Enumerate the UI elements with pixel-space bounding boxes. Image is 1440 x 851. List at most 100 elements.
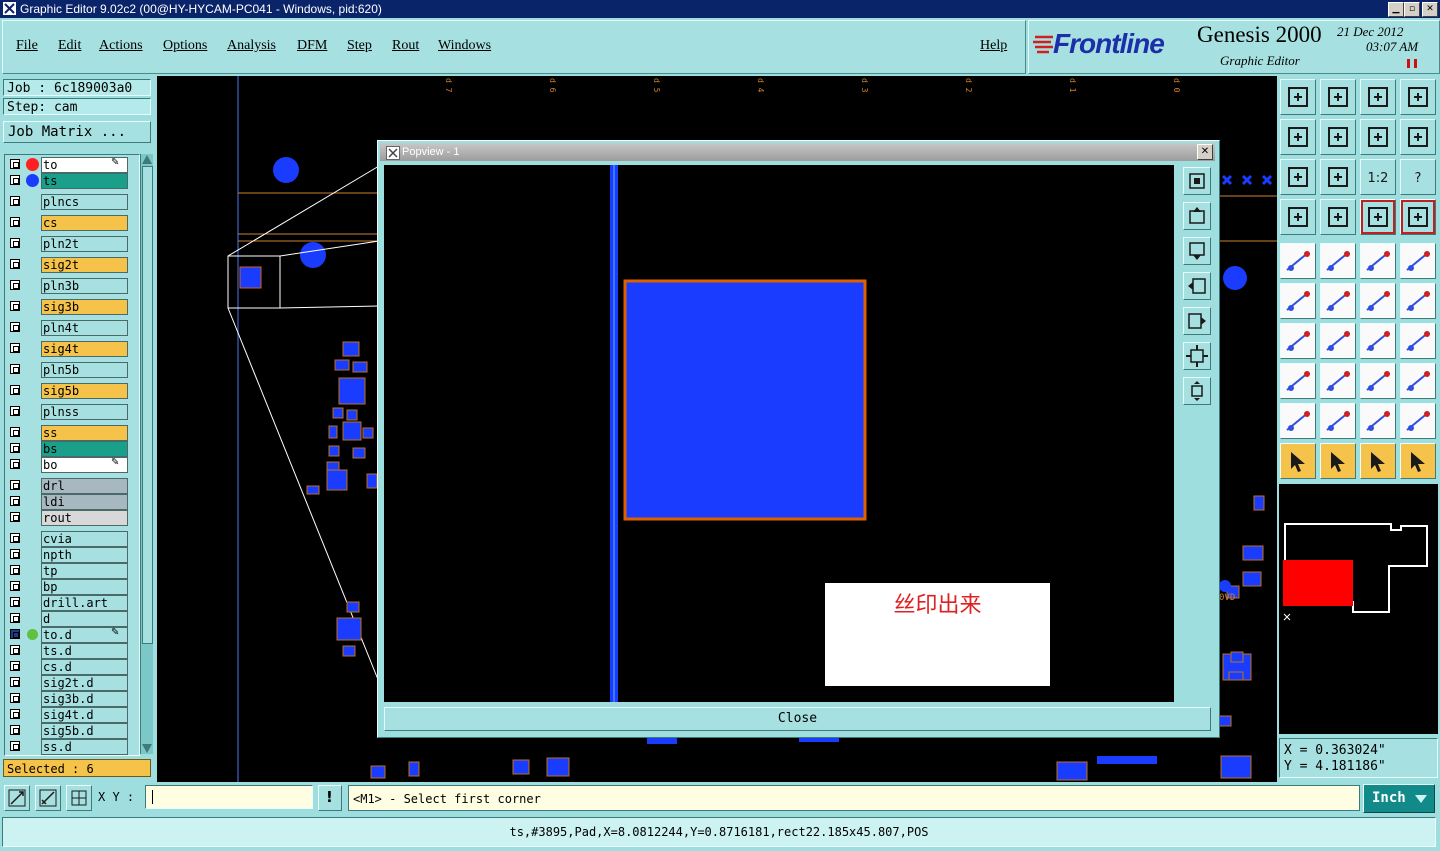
layer-row-bp[interactable]: bp <box>5 579 139 595</box>
maximize-button[interactable]: ▫ <box>1404 2 1420 17</box>
path-select-button[interactable] <box>1400 443 1436 479</box>
layer-checkbox[interactable] <box>10 533 20 543</box>
layer-row-cvia[interactable]: cvia <box>5 531 139 547</box>
layer-checkbox[interactable] <box>10 661 20 671</box>
scroll-down-arrow-icon[interactable] <box>142 744 152 753</box>
layer-list-scrollbar[interactable] <box>140 154 153 754</box>
menu-step[interactable]: Step <box>347 38 372 54</box>
pan-left-button[interactable] <box>1280 119 1316 155</box>
layer-row-pln4t[interactable]: pln4t <box>5 320 139 336</box>
layer-checkbox[interactable] <box>10 443 20 453</box>
menu-help[interactable]: Help <box>980 38 1007 54</box>
net-button[interactable] <box>1280 283 1316 319</box>
layer-row-cs-d[interactable]: cs.d <box>5 659 139 675</box>
layer-row-pln2t[interactable]: pln2t <box>5 236 139 252</box>
layer-checkbox[interactable] <box>10 259 20 269</box>
layer-checkbox[interactable] <box>10 677 20 687</box>
layer-checkbox[interactable] <box>10 549 20 559</box>
layer-checkbox[interactable] <box>10 406 20 416</box>
layer-row-sig4t[interactable]: sig4t <box>5 341 139 357</box>
layer-checkbox[interactable] <box>10 725 20 735</box>
pan-right-button[interactable] <box>1320 119 1356 155</box>
layer-checkbox[interactable] <box>10 196 20 206</box>
layer-row-ts-d[interactable]: ts.d <box>5 643 139 659</box>
zoom-page-button[interactable] <box>1320 79 1356 115</box>
layer-checkbox[interactable] <box>10 301 20 311</box>
popview-pan-left-button[interactable] <box>1183 272 1211 300</box>
layer-checkbox[interactable] <box>10 427 20 437</box>
layer-row-sig3b[interactable]: sig3b <box>5 299 139 315</box>
popview-canvas[interactable]: 丝印出来 <box>384 165 1174 702</box>
layer-checkbox[interactable] <box>10 480 20 490</box>
menu-rout[interactable]: Rout <box>392 38 419 54</box>
minimize-button[interactable]: ▁ <box>1388 2 1404 17</box>
layer-row-bo[interactable]: bo ✎ <box>5 457 139 473</box>
menu-dfm[interactable]: DFM <box>297 38 327 54</box>
layer-checkbox[interactable] <box>10 217 20 227</box>
snap-layer-button[interactable] <box>1360 199 1396 235</box>
help-query-button[interactable]: ? <box>1400 159 1436 195</box>
snap-layer-alt-button[interactable] <box>1400 199 1436 235</box>
angle-button[interactable] <box>1280 323 1316 359</box>
layer-row-rout[interactable]: rout <box>5 510 139 526</box>
layer-checkbox[interactable] <box>10 322 20 332</box>
layer-row-bs[interactable]: bs <box>5 441 139 457</box>
layer-row-ss-d[interactable]: ss.d <box>5 739 139 755</box>
popview-zoom-in-button[interactable] <box>1183 342 1211 370</box>
grid-button[interactable] <box>1320 199 1356 235</box>
popview-pan-down-button[interactable] <box>1183 237 1211 265</box>
layer-checkbox[interactable] <box>10 512 20 522</box>
surface-button[interactable] <box>1400 403 1436 439</box>
zoom-center-button[interactable] <box>1320 159 1356 195</box>
layer-row-ts[interactable]: ts <box>5 173 139 189</box>
layer-row-ss[interactable]: ss <box>5 425 139 441</box>
pad-add-button[interactable] <box>1280 363 1316 399</box>
line-point-alt-button[interactable] <box>1400 283 1436 319</box>
toolbox-button[interactable] <box>1280 199 1316 235</box>
layer-checkbox[interactable] <box>10 613 20 623</box>
layer-checkbox[interactable] <box>10 597 20 607</box>
layer-checkbox[interactable] <box>10 159 20 169</box>
minimap[interactable] <box>1279 484 1438 734</box>
layer-row-plnss[interactable]: plnss <box>5 404 139 420</box>
scroll-up-arrow-icon[interactable] <box>142 155 152 164</box>
popview-close-button[interactable]: Close <box>384 707 1211 731</box>
popview-pan-up-button[interactable] <box>1183 202 1211 230</box>
layer-row-sig4t-d[interactable]: sig4t.d <box>5 707 139 723</box>
layer-row-to[interactable]: to ✎ <box>5 157 139 173</box>
undo-view-button[interactable] <box>1360 119 1396 155</box>
layer-row-npth[interactable]: npth <box>5 547 139 563</box>
layer-row-plncs[interactable]: plncs <box>5 194 139 210</box>
arc-button[interactable] <box>1360 323 1396 359</box>
layer-row-sig5b[interactable]: sig5b <box>5 383 139 399</box>
layer-row-sig2t-d[interactable]: sig2t.d <box>5 675 139 691</box>
shape-add-button[interactable] <box>1400 363 1436 399</box>
house-button[interactable] <box>1360 79 1396 115</box>
line-add-button[interactable] <box>1320 363 1356 399</box>
polygon-button[interactable] <box>1360 403 1396 439</box>
layer-checkbox[interactable] <box>10 280 20 290</box>
layer-checkbox[interactable] <box>10 385 20 395</box>
slot-button[interactable] <box>1280 403 1316 439</box>
xy-input[interactable] <box>145 785 313 809</box>
layer-row-cs[interactable]: cs <box>5 215 139 231</box>
popview-zoom-fit-button[interactable] <box>1183 167 1211 195</box>
box-select-button[interactable] <box>1320 443 1356 479</box>
popview-zoom-out-button[interactable] <box>1183 377 1211 405</box>
layer-checkbox[interactable] <box>10 175 20 185</box>
exclaim-button[interactable]: ! <box>318 785 342 811</box>
layer-row-tp[interactable]: tp <box>5 563 139 579</box>
pad-select-button[interactable] <box>1400 243 1436 279</box>
layer-row-drill-art[interactable]: drill.art <box>5 595 139 611</box>
layer-checkbox[interactable] <box>10 459 20 469</box>
arc-slot-button[interactable] <box>1320 403 1356 439</box>
layer-checkbox[interactable] <box>10 581 20 591</box>
measure-button[interactable] <box>1320 243 1356 279</box>
menu-actions[interactable]: Actions <box>99 38 143 54</box>
close-window-button[interactable]: ✕ <box>1422 2 1438 17</box>
menu-analysis[interactable]: Analysis <box>227 38 276 54</box>
unit-selector[interactable]: Inch <box>1363 784 1435 813</box>
zoom-home-button[interactable] <box>1280 79 1316 115</box>
measure-mode-icon[interactable] <box>35 785 61 811</box>
zoom-fit-button[interactable] <box>1280 159 1316 195</box>
